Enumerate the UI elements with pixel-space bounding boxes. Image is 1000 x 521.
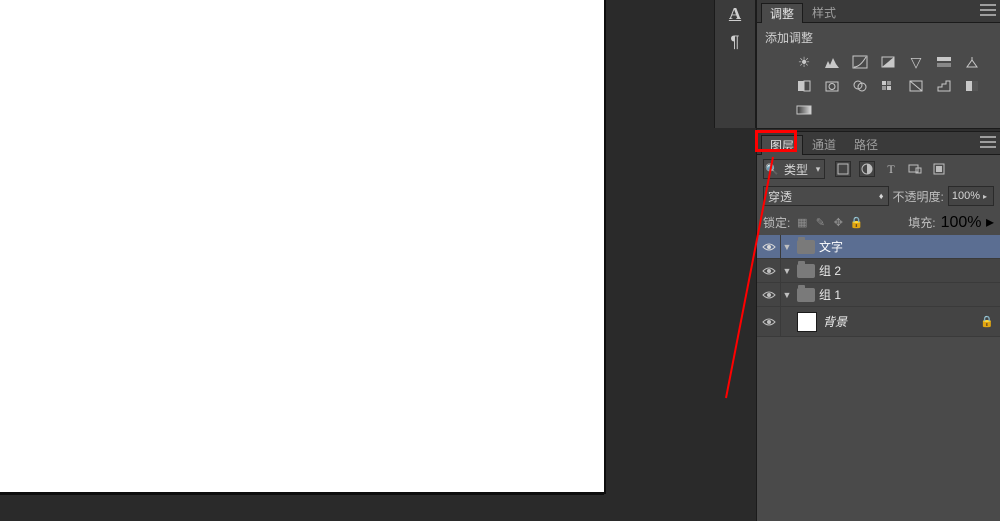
layer-row-group[interactable]: ▼ 组 2 — [757, 259, 1000, 283]
threshold-icon[interactable] — [963, 78, 981, 94]
folder-icon — [797, 240, 815, 254]
tab-channels[interactable]: 通道 — [803, 134, 845, 154]
folder-icon — [797, 288, 815, 302]
visibility-toggle[interactable] — [757, 307, 781, 336]
opacity-label: 不透明度: — [893, 188, 944, 205]
layer-name: 组 1 — [819, 286, 841, 303]
dropdown-arrow-icon: ▾ — [812, 164, 824, 175]
search-icon: 🔍 — [764, 163, 780, 176]
visibility-toggle[interactable] — [757, 283, 781, 306]
layers-tabbar: 图层 通道 路径 — [757, 132, 1000, 155]
filter-shape-icon[interactable] — [907, 161, 923, 177]
lock-row: 锁定: ▦ ✎ ✥ 🔒 填充: 100% ▸ — [757, 209, 1000, 235]
lock-position-icon[interactable]: ✥ — [831, 215, 845, 229]
workspace-gap — [606, 0, 714, 521]
tab-layers[interactable]: 图层 — [761, 135, 803, 155]
folder-icon — [797, 264, 815, 278]
layer-name: 背景 — [823, 313, 847, 330]
visibility-toggle[interactable] — [757, 235, 781, 258]
filter-adjustment-icon[interactable] — [859, 161, 875, 177]
layer-row-group[interactable]: ▼ 组 1 — [757, 283, 1000, 307]
right-panel-column: 调整 样式 添加调整 ☀ ▽ — [756, 0, 1000, 521]
gradient-map-icon[interactable] — [795, 102, 813, 118]
panel-menu-icon[interactable] — [980, 4, 996, 16]
fill-field[interactable]: 100% ▸ — [941, 212, 994, 232]
layer-name: 组 2 — [819, 262, 841, 279]
posterize-icon[interactable] — [935, 78, 953, 94]
filter-pixel-icon[interactable] — [835, 161, 851, 177]
layer-name: 文字 — [819, 238, 843, 255]
blend-mode-select[interactable]: 穿透 ♦ — [763, 186, 889, 206]
lock-icon: 🔒 — [980, 315, 994, 328]
curves-icon[interactable] — [851, 54, 869, 70]
tab-styles[interactable]: 样式 — [803, 2, 845, 22]
exposure-icon[interactable] — [879, 54, 897, 70]
lock-transparent-icon[interactable]: ▦ — [795, 215, 809, 229]
layer-list: ▼ 文字 ▼ 组 2 ▼ — [757, 235, 1000, 337]
adjustments-panel: 调整 样式 添加调整 ☀ ▽ — [757, 0, 1000, 128]
app-root: A ¶ 调整 样式 添加调整 ☀ — [0, 0, 1000, 521]
adjustments-tabbar: 调整 样式 — [757, 0, 1000, 23]
invert-icon[interactable] — [907, 78, 925, 94]
layer-filter-row: 🔍 类型 ▾ T — [757, 155, 1000, 183]
expand-caret-icon[interactable]: ▼ — [781, 266, 793, 276]
canvas-shadow-bottom — [0, 492, 604, 495]
channel-mixer-icon[interactable] — [851, 78, 869, 94]
character-panel-icon[interactable]: A — [715, 0, 755, 28]
hue-sat-icon[interactable] — [935, 54, 953, 70]
brightness-icon[interactable]: ☀ — [795, 54, 813, 70]
blend-mode-row: 穿透 ♦ 不透明度: 100% ▸ — [757, 183, 1000, 209]
add-adjustment-label: 添加调整 — [765, 29, 992, 46]
layer-row-group[interactable]: ▼ 文字 — [757, 235, 1000, 259]
filter-type-icon[interactable]: T — [883, 161, 899, 177]
photo-filter-icon[interactable] — [823, 78, 841, 94]
panel-menu-icon[interactable] — [980, 136, 996, 148]
expand-caret-icon[interactable]: ▼ — [781, 242, 793, 252]
color-lookup-icon[interactable] — [879, 78, 897, 94]
adjustment-presets-grid: ☀ ▽ — [765, 54, 992, 122]
tab-adjustments[interactable]: 调整 — [761, 3, 803, 23]
dropdown-arrow-icon: ♦ — [879, 191, 884, 201]
vibrance-icon[interactable]: ▽ — [907, 54, 925, 70]
lock-all-icon[interactable]: 🔒 — [849, 215, 863, 229]
adjustments-body: 添加调整 ☀ ▽ — [757, 23, 1000, 128]
filter-smart-icon[interactable] — [931, 161, 947, 177]
layer-filter-label: 类型 — [780, 161, 812, 178]
opacity-value: 100% — [952, 190, 980, 202]
chevron-right-icon: ▸ — [980, 192, 990, 201]
layer-row-background[interactable]: 背景 🔒 — [757, 307, 1000, 337]
opacity-field[interactable]: 100% ▸ — [948, 186, 994, 206]
document-canvas[interactable] — [0, 0, 604, 492]
layer-thumbnail[interactable] — [797, 312, 817, 332]
expand-caret-icon[interactable]: ▼ — [781, 290, 793, 300]
color-balance-icon[interactable] — [963, 54, 981, 70]
visibility-toggle[interactable] — [757, 259, 781, 282]
chevron-right-icon: ▸ — [986, 214, 994, 231]
fill-value: 100% — [941, 214, 982, 231]
paragraph-panel-icon[interactable]: ¶ — [715, 28, 755, 56]
tab-paths[interactable]: 路径 — [845, 134, 887, 154]
fill-label: 填充: — [908, 214, 935, 231]
canvas-area — [0, 0, 606, 521]
lock-image-icon[interactable]: ✎ — [813, 215, 827, 229]
lock-icons: ▦ ✎ ✥ 🔒 — [795, 215, 863, 229]
layers-panel: 图层 通道 路径 🔍 类型 ▾ — [757, 132, 1000, 337]
lock-label: 锁定: — [763, 214, 790, 231]
blend-mode-value: 穿透 — [768, 188, 792, 205]
levels-icon[interactable] — [823, 54, 841, 70]
layer-filter-type-combo[interactable]: 🔍 类型 ▾ — [763, 159, 825, 179]
layer-filter-icons: T — [835, 161, 947, 177]
bw-icon[interactable] — [795, 78, 813, 94]
collapsed-panel-dock[interactable]: A ¶ — [714, 0, 756, 128]
